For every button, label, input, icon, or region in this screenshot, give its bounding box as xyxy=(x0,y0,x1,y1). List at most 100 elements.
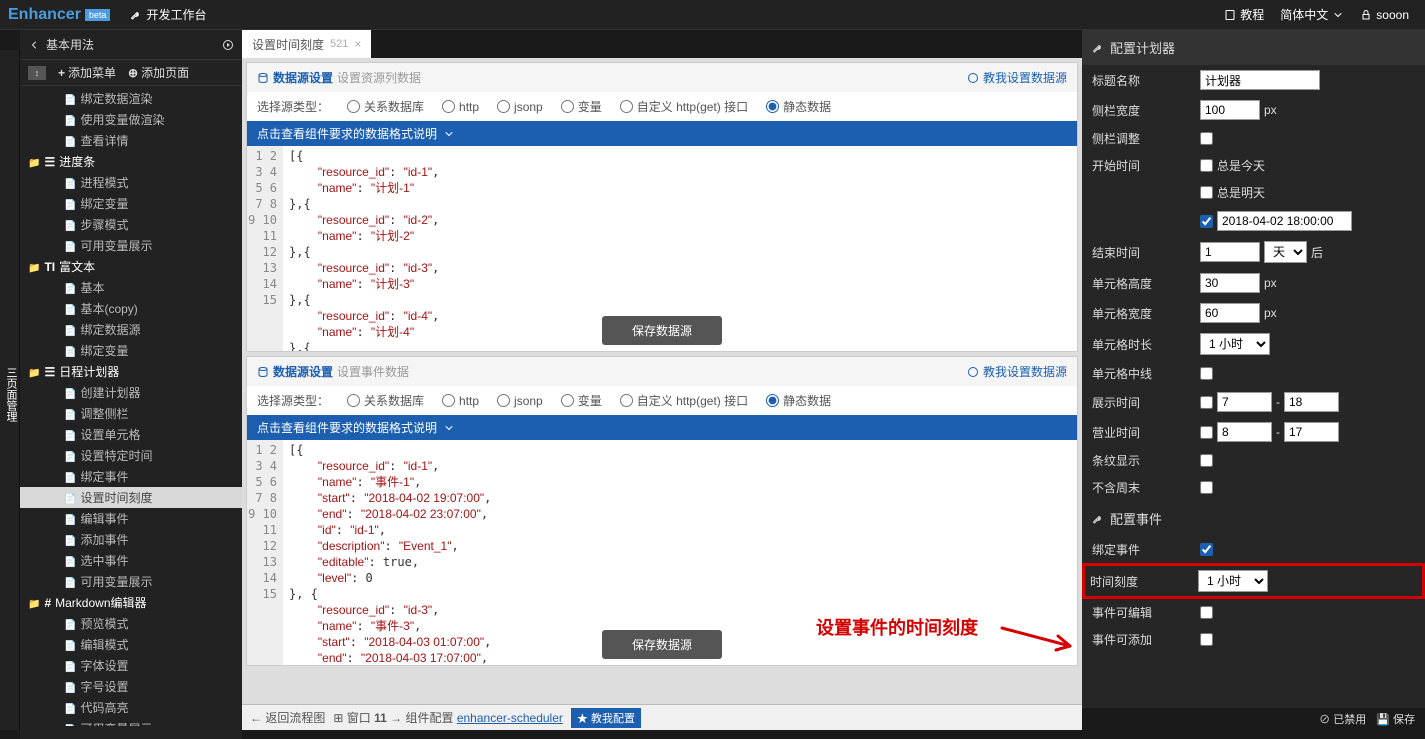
ds-help-link[interactable]: 教我设置数据源 xyxy=(967,69,1067,86)
chevron-left-icon[interactable] xyxy=(28,39,40,51)
sidebar-item[interactable]: 设置时间刻度 xyxy=(20,487,242,508)
sidebar-item[interactable]: 编辑事件 xyxy=(20,508,242,529)
add-page-button[interactable]: ⊕添加页面 xyxy=(128,64,189,81)
cell-mid-check[interactable] xyxy=(1200,367,1213,380)
chevron-down-icon xyxy=(1332,9,1344,21)
sidebar-item[interactable]: 创建计划器 xyxy=(20,382,242,403)
radio-option[interactable]: jsonp xyxy=(497,100,543,114)
side-adjust-check[interactable] xyxy=(1200,132,1213,145)
date-input[interactable] xyxy=(1217,211,1352,231)
sidebar-item[interactable]: 基本 xyxy=(20,277,242,298)
radio-option[interactable]: http xyxy=(442,100,479,114)
sidebar-item[interactable]: 绑定数据渲染 xyxy=(20,88,242,109)
sidebar-item[interactable]: 设置特定时间 xyxy=(20,445,242,466)
radio-option[interactable]: 自定义 http(get) 接口 xyxy=(620,392,748,409)
sidebar-item[interactable]: 基本(copy) xyxy=(20,298,242,319)
sidebar-item[interactable]: 选中事件 xyxy=(20,550,242,571)
radio-option[interactable]: 静态数据 xyxy=(766,98,831,115)
radio-label: 选择源类型： xyxy=(257,98,329,115)
radio-option[interactable]: 变量 xyxy=(561,98,602,115)
save-button[interactable]: 💾 保存 xyxy=(1376,711,1415,727)
radio-option[interactable]: 关系数据库 xyxy=(347,98,424,115)
biztime-check[interactable] xyxy=(1200,426,1213,439)
today-check[interactable] xyxy=(1200,159,1213,172)
sidebar-item[interactable]: 代码高亮 xyxy=(20,697,242,718)
ds-format-toggle[interactable]: 点击查看组件要求的数据格式说明 xyxy=(247,121,1077,146)
radio-option[interactable]: 变量 xyxy=(561,392,602,409)
radio-option[interactable]: 静态数据 xyxy=(766,392,831,409)
label-bind-event: 绑定事件 xyxy=(1092,541,1192,558)
evedit-check[interactable] xyxy=(1200,606,1213,619)
sidebar-item[interactable]: 绑定事件 xyxy=(20,466,242,487)
end-unit-select[interactable]: 天 xyxy=(1264,241,1307,263)
workbench-link[interactable]: 开发工作台 xyxy=(130,6,206,23)
ds-help-link[interactable]: 教我设置数据源 xyxy=(967,363,1067,380)
end-value-input[interactable] xyxy=(1200,242,1260,262)
help-config-button[interactable]: ★ 教我配置 xyxy=(571,708,641,728)
disable-button[interactable]: ⊘ 已禁用 xyxy=(1319,711,1366,727)
tutorial-link[interactable]: 教程 xyxy=(1224,6,1264,23)
noweekend-check[interactable] xyxy=(1200,481,1213,494)
sidebar-item[interactable]: 字体设置 xyxy=(20,655,242,676)
tab-active[interactable]: 设置时间刻度 521 × xyxy=(242,30,371,58)
close-icon[interactable]: × xyxy=(354,37,361,51)
add-menu-button[interactable]: +添加菜单 xyxy=(58,64,116,81)
save-ds-button[interactable]: 保存数据源 xyxy=(602,316,722,345)
ds-format-toggle[interactable]: 点击查看组件要求的数据格式说明 xyxy=(247,415,1077,440)
grip-icon[interactable]: ↕ xyxy=(28,66,46,80)
sidebar-item[interactable]: 绑定变量 xyxy=(20,193,242,214)
radio-option[interactable]: jsonp xyxy=(497,394,543,408)
timescale-select[interactable]: 1 小时 xyxy=(1198,570,1268,592)
bindevent-check[interactable] xyxy=(1200,543,1213,556)
biztime-end[interactable] xyxy=(1284,422,1339,442)
showtime-end[interactable] xyxy=(1284,392,1339,412)
rp-header-2: 配置事件 xyxy=(1082,501,1425,536)
component-link[interactable]: enhancer-scheduler xyxy=(457,711,563,725)
wrench-icon xyxy=(1092,513,1104,525)
sidebar-item[interactable]: 调整侧栏 xyxy=(20,403,242,424)
sidebar-item[interactable]: 设置单元格 xyxy=(20,424,242,445)
sidebar-tree[interactable]: 绑定数据渲染使用变量做渲染查看详情☰ 进度条进程模式绑定变量步骤模式可用变量展示… xyxy=(20,86,242,726)
sidebar-item[interactable]: 进程模式 xyxy=(20,172,242,193)
help-icon xyxy=(967,366,979,378)
date-check[interactable] xyxy=(1200,215,1213,228)
back-link[interactable]: ← 返回流程图 xyxy=(250,709,325,726)
cell-h-input[interactable] xyxy=(1200,273,1260,293)
lang-select[interactable]: 简体中文 xyxy=(1280,6,1344,23)
radio-option[interactable]: 关系数据库 xyxy=(347,392,424,409)
sidebar-item[interactable]: 绑定数据源 xyxy=(20,319,242,340)
sidebar-item[interactable]: ☰ 进度条 xyxy=(20,151,242,172)
sidebar-item[interactable]: 可用变量展示 xyxy=(20,235,242,256)
sidebar-item[interactable]: # Markdown编辑器 xyxy=(20,592,242,613)
stripe-check[interactable] xyxy=(1200,454,1213,467)
user-menu[interactable]: sooon xyxy=(1360,8,1409,22)
sidebar-item[interactable]: TI 富文本 xyxy=(20,256,242,277)
sidebar-item[interactable]: 添加事件 xyxy=(20,529,242,550)
cell-w-input[interactable] xyxy=(1200,303,1260,323)
radio-option[interactable]: http xyxy=(442,394,479,408)
sidebar-item[interactable]: 步骤模式 xyxy=(20,214,242,235)
sidebar-item[interactable]: 字号设置 xyxy=(20,676,242,697)
code-editor-1[interactable]: 1 2 3 4 5 6 7 8 9 10 11 12 13 14 15 [{ "… xyxy=(247,146,1077,351)
sidebar-item[interactable]: 可用变量展示 xyxy=(20,718,242,726)
showtime-check[interactable] xyxy=(1200,396,1213,409)
biztime-start[interactable] xyxy=(1217,422,1272,442)
sidebar-item[interactable]: 可用变量展示 xyxy=(20,571,242,592)
play-icon[interactable] xyxy=(222,39,234,51)
title-input[interactable] xyxy=(1200,70,1320,90)
sidebar-item[interactable]: 预览模式 xyxy=(20,613,242,634)
sidebar-item[interactable]: 查看详情 xyxy=(20,130,242,151)
sidebar-item[interactable]: 绑定变量 xyxy=(20,340,242,361)
sidebar-item[interactable]: 使用变量做渲染 xyxy=(20,109,242,130)
side-width-input[interactable] xyxy=(1200,100,1260,120)
radio-option[interactable]: 自定义 http(get) 接口 xyxy=(620,98,748,115)
showtime-start[interactable] xyxy=(1217,392,1272,412)
cell-d-select[interactable]: 1 小时 xyxy=(1200,333,1270,355)
vrail-item[interactable]: 三页面管理 xyxy=(3,363,19,426)
tomorrow-check[interactable] xyxy=(1200,186,1213,199)
evadd-check[interactable] xyxy=(1200,633,1213,646)
save-ds-button[interactable]: 保存数据源 xyxy=(602,630,722,659)
sidebar-item[interactable]: 编辑模式 xyxy=(20,634,242,655)
sidebar-item[interactable]: ☰ 日程计划器 xyxy=(20,361,242,382)
label-cell-d: 单元格时长 xyxy=(1092,336,1192,353)
